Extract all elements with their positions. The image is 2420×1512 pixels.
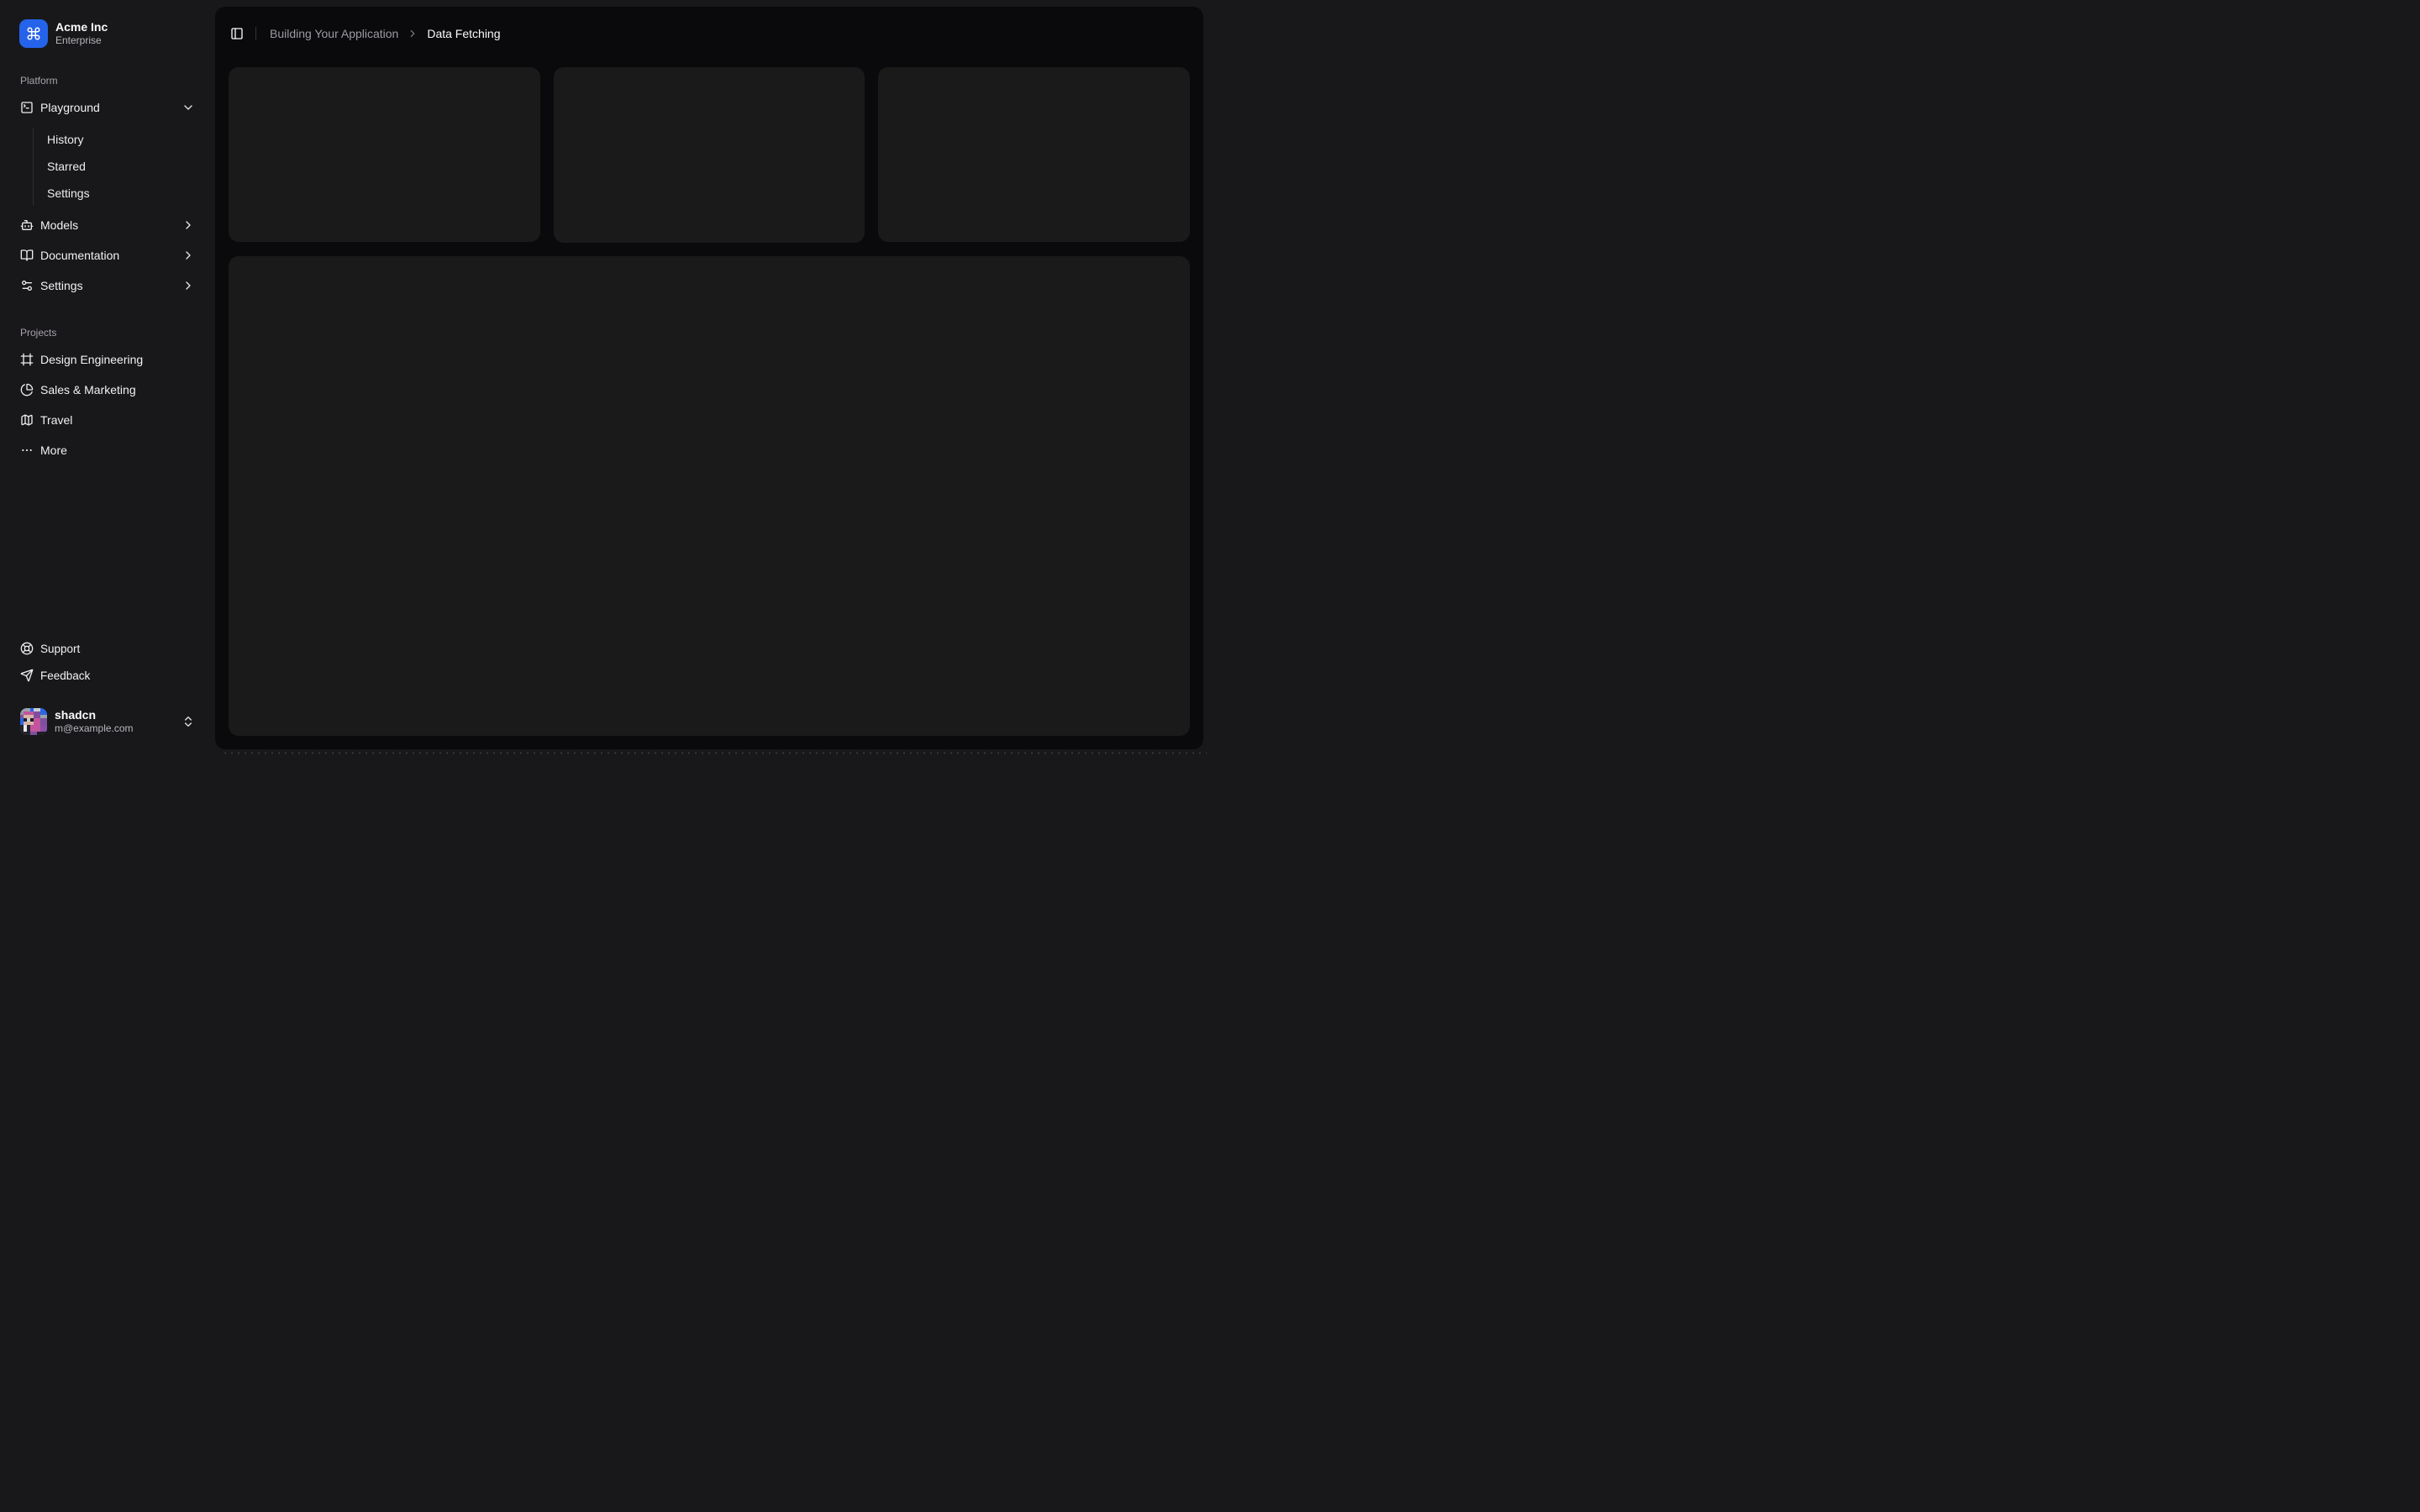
sidebar-item-label: More <box>40 444 67 457</box>
playground-submenu: History Starred Settings <box>33 128 202 205</box>
bot-icon <box>20 218 34 232</box>
sidebar-subitem-settings[interactable]: Settings <box>47 181 202 205</box>
square-terminal-icon <box>20 101 34 114</box>
main-header: Building Your Application Data Fetching <box>215 7 1203 60</box>
sidebar-toggle-button[interactable] <box>225 22 249 45</box>
breadcrumb-parent-link[interactable]: Building Your Application <box>270 27 398 40</box>
breadcrumb-chevron-icon <box>407 28 418 39</box>
sidebar-item-playground[interactable]: Playground <box>13 94 202 121</box>
content-area <box>215 60 1203 749</box>
frame-icon <box>20 353 34 366</box>
sidebar-item-feedback[interactable]: Feedback <box>13 664 202 687</box>
chevron-right-icon <box>182 279 195 292</box>
group-label-projects: Projects <box>20 327 57 339</box>
sidebar-item-label: Design Engineering <box>40 353 144 366</box>
ellipsis-icon <box>20 444 34 457</box>
sidebar-item-travel[interactable]: Travel <box>13 407 202 433</box>
sidebar-item-design-engineering[interactable]: Design Engineering <box>13 346 202 373</box>
placeholder-panel <box>229 255 1190 736</box>
sidebar-item-label: Playground <box>40 101 100 114</box>
sidebar-item-more[interactable]: More <box>13 437 202 464</box>
chevron-right-icon <box>182 249 195 262</box>
breadcrumb: Building Your Application Data Fetching <box>270 27 501 40</box>
sidebar-item-models[interactable]: Models <box>13 212 202 239</box>
bottom-dotted-border <box>222 752 1207 754</box>
book-open-icon <box>20 249 34 262</box>
placeholder-card <box>553 67 865 243</box>
command-icon <box>26 26 41 41</box>
life-buoy-icon <box>20 642 34 655</box>
user-menu-button[interactable]: shadcn m@example.com <box>13 701 202 743</box>
app-screen: Acme Inc Enterprise Platform Playground <box>0 0 1210 756</box>
user-name: shadcn <box>55 708 97 722</box>
send-icon <box>20 669 34 682</box>
sidebar-item-sales-marketing[interactable]: Sales & Marketing <box>13 376 202 403</box>
placeholder-card <box>229 67 540 243</box>
breadcrumb-current-page: Data Fetching <box>427 27 501 40</box>
map-icon <box>20 413 34 427</box>
chevrons-up-down-icon <box>182 715 195 728</box>
nav-group-projects: Projects Design Engineering Sales & Mark… <box>7 312 208 470</box>
sidebar-footer: shadcn m@example.com <box>7 694 208 749</box>
panel-left-icon <box>230 27 244 40</box>
main-content: Building Your Application Data Fetching <box>215 7 1203 749</box>
nav-group-secondary: Support Feedback <box>7 630 208 694</box>
team-logo <box>19 19 48 48</box>
sidebar-item-support[interactable]: Support <box>13 637 202 660</box>
placeholder-card-row <box>229 67 1190 243</box>
sidebar-subitem-starred[interactable]: Starred <box>47 155 202 178</box>
nav-group-platform: Platform Playground History Starred Sett… <box>7 60 208 306</box>
settings-sliders-icon <box>20 279 34 292</box>
user-avatar <box>20 708 47 736</box>
pie-chart-icon <box>20 383 34 396</box>
sidebar-item-documentation[interactable]: Documentation <box>13 242 202 269</box>
team-switcher[interactable]: Acme Inc Enterprise <box>7 7 208 60</box>
team-name: Acme Inc <box>55 19 108 34</box>
sidebar-item-label: Settings <box>40 279 83 292</box>
placeholder-card <box>878 67 1190 243</box>
chevron-down-icon <box>182 101 195 114</box>
sidebar-item-label: Sales & Marketing <box>40 383 136 396</box>
sidebar-item-label: Feedback <box>40 669 91 682</box>
sidebar-item-label: Support <box>40 642 81 655</box>
team-plan: Enterprise <box>55 34 102 47</box>
group-label-platform: Platform <box>20 75 58 87</box>
sidebar-subitem-history[interactable]: History <box>47 128 202 151</box>
chevron-right-icon <box>182 218 195 232</box>
sidebar-item-label: Models <box>40 218 79 232</box>
sidebar-item-label: Travel <box>40 413 73 427</box>
sidebar-item-settings[interactable]: Settings <box>13 272 202 299</box>
user-email: m@example.com <box>55 722 134 735</box>
header-divider <box>255 27 256 40</box>
sidebar-item-label: Documentation <box>40 249 120 262</box>
sidebar: Acme Inc Enterprise Platform Playground <box>0 0 215 756</box>
